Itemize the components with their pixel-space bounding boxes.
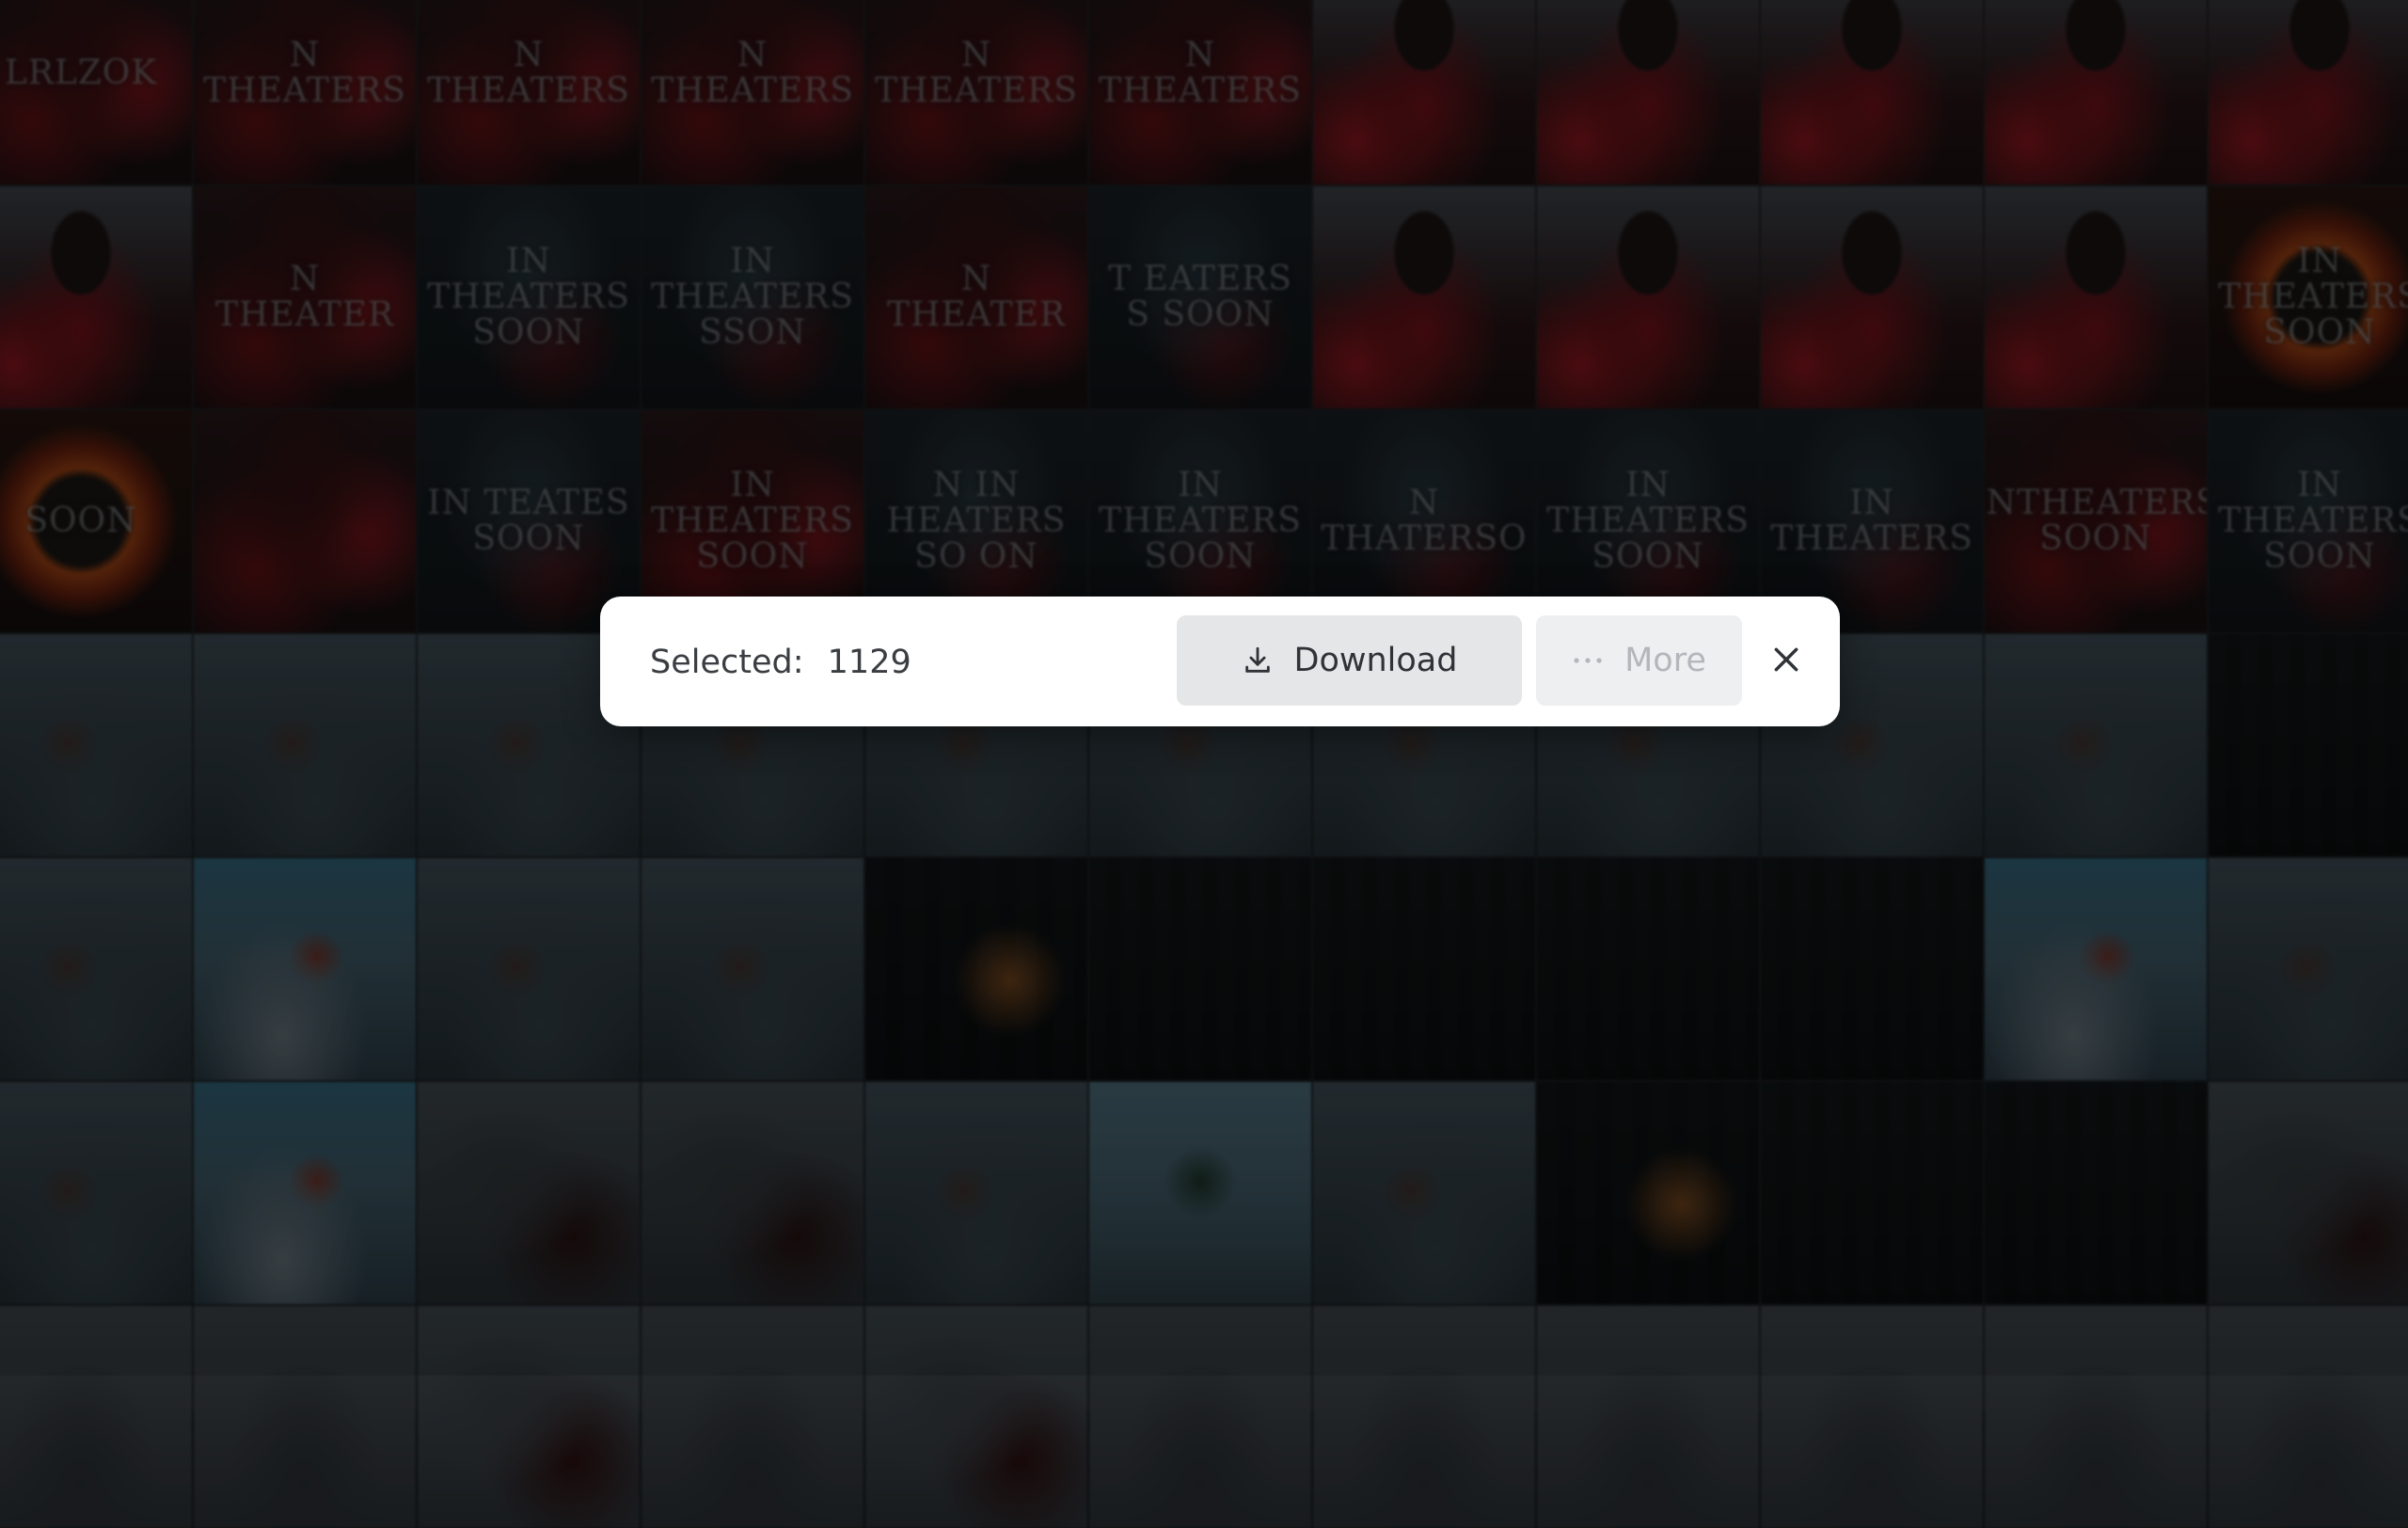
selected-count-label: Selected: 1129 — [650, 638, 911, 687]
selected-label-text: Selected: — [650, 644, 804, 681]
close-selection-button[interactable] — [1763, 638, 1810, 685]
ellipsis-icon — [1572, 656, 1604, 665]
more-button-label: More — [1624, 642, 1706, 679]
selected-count-value: 1129 — [828, 644, 911, 681]
download-button-label: Download — [1294, 642, 1458, 679]
more-button[interactable]: More — [1536, 615, 1742, 706]
selection-toolbar: Selected: 1129 Download More — [600, 597, 1840, 726]
download-button[interactable]: Download — [1177, 615, 1522, 706]
download-icon — [1242, 645, 1274, 676]
close-icon — [1771, 645, 1801, 678]
